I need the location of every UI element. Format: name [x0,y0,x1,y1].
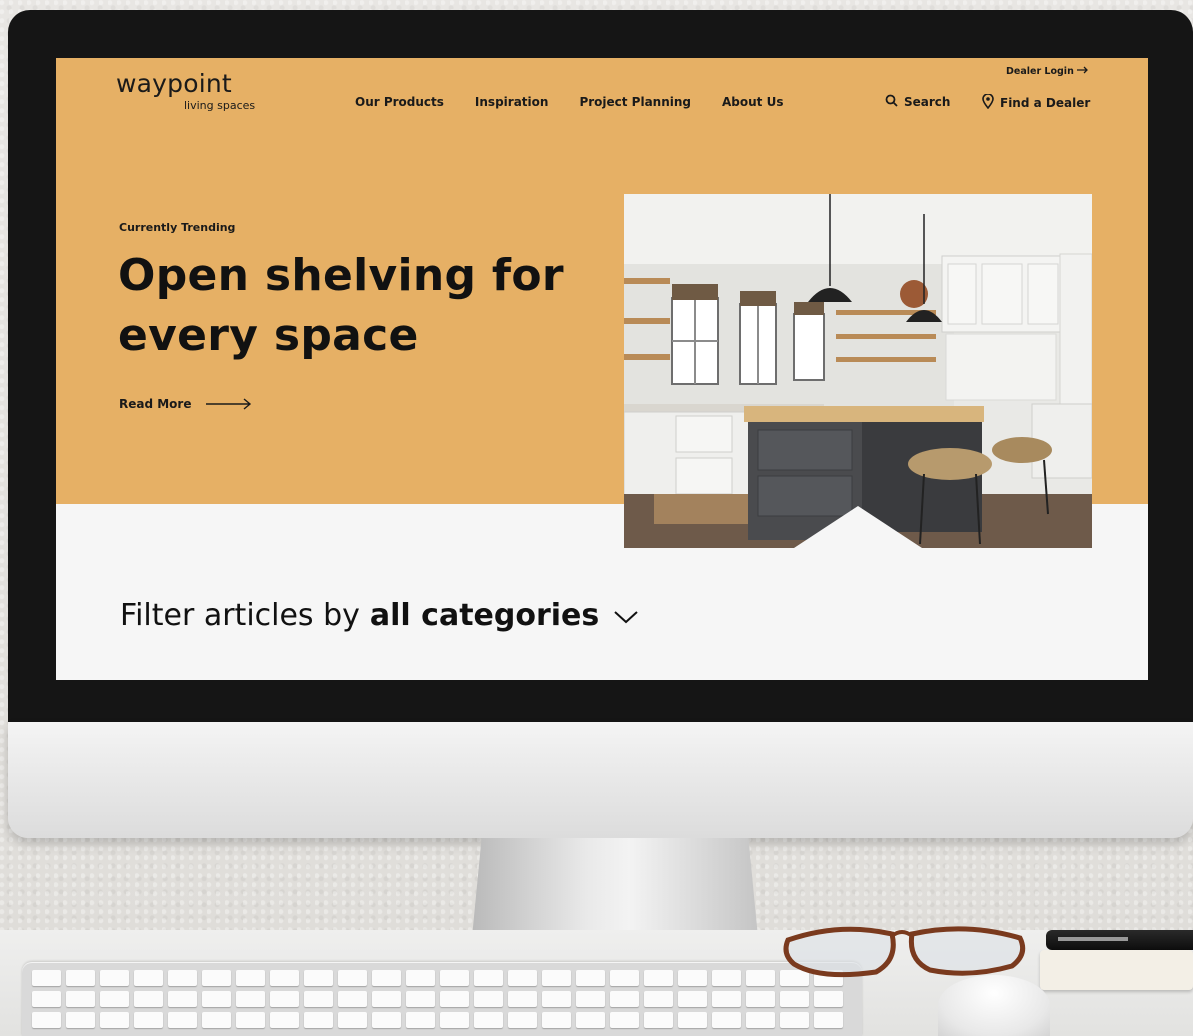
location-pin-icon [982,93,994,112]
nav-project-planning[interactable]: Project Planning [579,95,691,109]
keyboard-row [32,1012,843,1028]
hero-headline-line1: Open shelving for [118,250,564,301]
filter-category-select[interactable]: all categories [370,598,599,633]
notebook [1040,950,1193,990]
search-icon [885,94,898,110]
nav-our-products[interactable]: Our Products [355,95,444,109]
keyboard [22,962,862,1036]
hero-headline-line2: every space [118,310,419,361]
eyeglasses [783,926,1026,978]
find-dealer-button[interactable]: Find a Dealer [982,93,1091,112]
find-dealer-label: Find a Dealer [1000,96,1091,110]
search-label: Search [904,95,951,109]
pen [1046,930,1193,950]
search-button[interactable]: Search [885,94,950,110]
dealer-login-label: Dealer Login [1006,66,1074,77]
browser-viewport: waypoint living spaces Our Products Insp… [56,58,1148,680]
hero-eyebrow: Currently Trending [119,221,236,234]
keyboard-row [32,991,843,1007]
computer-mouse [938,975,1050,1036]
read-more-link[interactable]: Read More [119,397,252,411]
article-filter[interactable]: Filter articles by all categories [120,598,639,633]
nav-inspiration[interactable]: Inspiration [475,95,549,109]
keyboard-row [32,970,843,986]
filter-prefix: Filter articles by [120,598,360,633]
hero-kitchen-image[interactable] [624,194,1092,548]
chevron-down-icon[interactable] [599,598,639,633]
nav-about-us[interactable]: About Us [722,95,783,109]
read-more-label: Read More [119,397,192,411]
main-nav: Our Products Inspiration Project Plannin… [355,95,783,109]
monitor-chin [8,722,1193,838]
dealer-login-link[interactable]: Dealer Login [1006,66,1089,77]
arrow-right-icon [205,398,252,410]
hero-headline: Open shelving for every space [118,246,618,366]
arrow-right-icon [1077,66,1089,77]
brand-tagline: living spaces [184,99,256,112]
brand-logo[interactable]: waypoint living spaces [116,69,255,113]
brand-name: waypoint [116,69,232,98]
